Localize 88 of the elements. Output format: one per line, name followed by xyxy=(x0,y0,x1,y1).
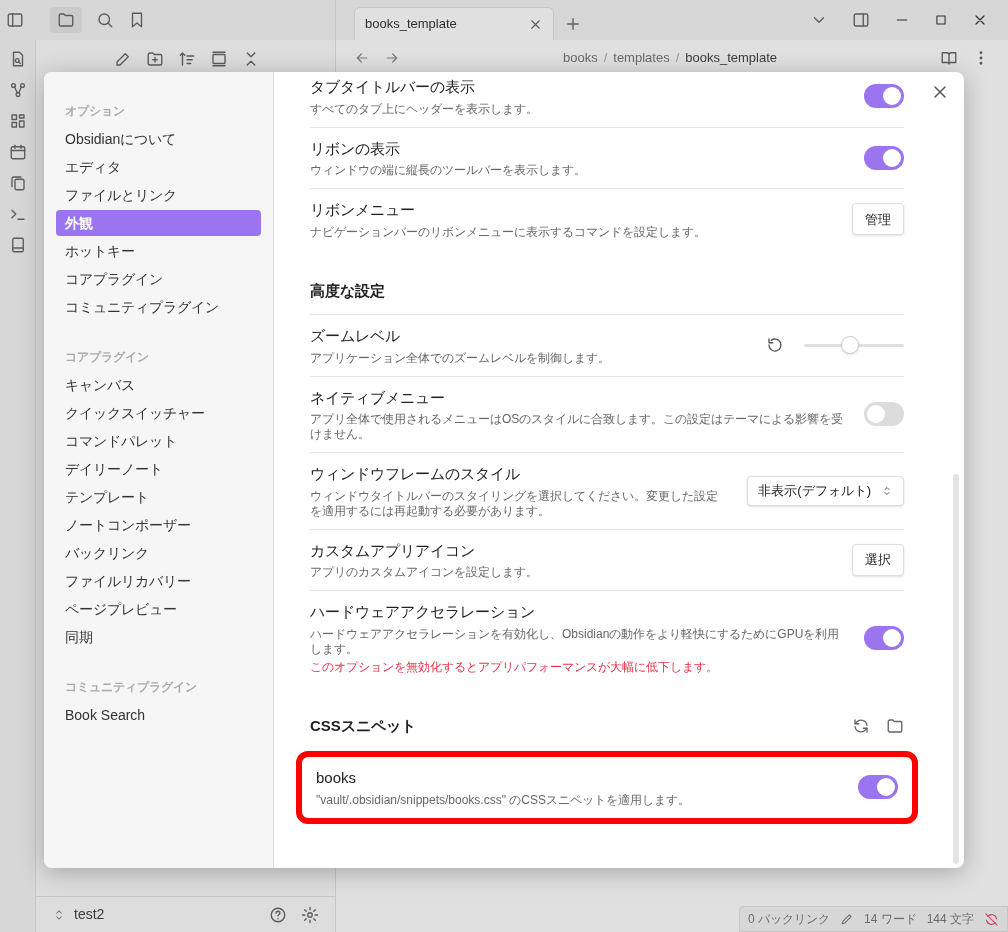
settings-nav-item[interactable]: ノートコンポーザー xyxy=(56,512,261,538)
settings-nav-item[interactable]: Book Search xyxy=(56,702,261,728)
setting-name: ウィンドウフレームのスタイル xyxy=(310,464,521,484)
settings-nav-item[interactable]: ページプレビュー xyxy=(56,596,261,622)
reading-view-icon[interactable] xyxy=(940,49,958,67)
help-icon[interactable] xyxy=(269,905,287,924)
reload-icon[interactable] xyxy=(852,716,870,735)
setting-description: "vault/.obsidian/snippets/books.css" のCSSスニペットを適用します。 xyxy=(316,792,691,808)
action-button[interactable]: 管理 xyxy=(852,203,904,236)
settings-nav-item[interactable]: コマンドパレット xyxy=(56,428,261,454)
slider-thumb[interactable] xyxy=(840,336,859,355)
settings-nav-item[interactable]: Obsidianについて xyxy=(56,126,261,152)
settings-nav-item[interactable]: コアプラグイン xyxy=(56,266,261,292)
back-icon[interactable] xyxy=(354,50,370,66)
setting-description: ハードウェアアクセラレーションを有効化し、Obsidianの動作をより軽快にするためにGPUを利用します。 xyxy=(310,626,841,657)
setting-description: アプリのカスタムアイコンを設定します。 xyxy=(310,565,539,580)
settings-nav-item[interactable]: ファイルリカバリー xyxy=(56,568,261,594)
setting-name: リボンの表示 xyxy=(310,138,401,159)
setting-name: books xyxy=(316,768,358,788)
scrollbar[interactable] xyxy=(953,474,959,864)
slider[interactable] xyxy=(804,335,904,356)
section-heading: コアプラグイン xyxy=(64,349,150,366)
view-icon[interactable] xyxy=(210,50,228,68)
tab-title: books_template xyxy=(365,15,457,34)
breadcrumb-separator: / xyxy=(675,49,680,68)
setting-name: ズームレベル xyxy=(310,326,401,346)
status-text: 144 文字 xyxy=(926,911,974,928)
forward-icon[interactable] xyxy=(384,50,400,66)
status-text: 14 ワード xyxy=(863,911,917,928)
setting-name: リボンメニュー xyxy=(310,200,416,220)
folder-icon[interactable] xyxy=(886,716,904,735)
folder-icon xyxy=(57,11,75,29)
setting-description: アプリケーション全体でのズームレベルを制御します。 xyxy=(310,350,611,366)
settings-nav-item[interactable]: ホットキー xyxy=(56,238,261,264)
copy-icon[interactable] xyxy=(8,174,27,192)
maximize-icon[interactable] xyxy=(934,13,948,27)
setting-description: ウィンドウの端に縦長のツールバーを表示します。 xyxy=(310,163,587,178)
grid-icon[interactable] xyxy=(8,112,27,130)
settings-nav-item[interactable]: テンプレート xyxy=(56,484,261,510)
action-button[interactable]: 選択 xyxy=(852,543,904,576)
sort-icon[interactable] xyxy=(178,50,196,68)
settings-nav-item[interactable]: 同期 xyxy=(56,624,261,650)
breadcrumb[interactable]: templates xyxy=(613,48,670,68)
updown-icon xyxy=(881,484,893,497)
section-title: CSSスニペット xyxy=(310,715,416,736)
dropdown[interactable]: 非表示(デフォルト) xyxy=(747,475,904,506)
section-heading: コミュニティプラグイン xyxy=(64,679,198,696)
settings-icon[interactable] xyxy=(301,905,319,924)
settings-nav-item[interactable]: コミュニティプラグイン xyxy=(56,294,261,320)
settings-nav-item[interactable]: バックリンク xyxy=(56,540,261,566)
setting-name: カスタムアプリアイコン xyxy=(310,540,476,561)
reset-icon[interactable] xyxy=(766,336,784,355)
toggle-switch[interactable] xyxy=(858,775,898,800)
new-folder-icon[interactable] xyxy=(146,50,164,68)
toggle-switch[interactable] xyxy=(864,402,904,427)
sidebar-right-icon[interactable] xyxy=(852,11,870,29)
toggle-switch[interactable] xyxy=(864,145,904,170)
breadcrumb-separator: / xyxy=(603,49,608,68)
setting-description: すべてのタブ上にヘッダーを表示します。 xyxy=(310,101,539,117)
setting-description: ウィンドウタイトルバーのスタイリングを選択してください。変更した設定を適用するには再起動する必要があります。 xyxy=(310,488,719,519)
setting-name: ネイティブメニュー xyxy=(310,387,446,408)
files-tab-button[interactable] xyxy=(50,7,82,33)
setting-description: ナビゲーションバーのリボンメニューに表示するコマンドを設定します。 xyxy=(310,224,707,240)
status-text: 0 バックリンク xyxy=(747,911,830,928)
settings-nav-item[interactable]: ファイルとリンク xyxy=(56,182,261,208)
settings-nav-item[interactable]: エディタ xyxy=(56,154,261,180)
sync-off-icon[interactable] xyxy=(984,911,999,927)
settings-nav-item[interactable]: クイックスイッチャー xyxy=(56,400,261,426)
calendar-icon[interactable] xyxy=(8,143,27,161)
toggle-switch[interactable] xyxy=(864,625,904,650)
sidebar-toggle-icon[interactable] xyxy=(6,11,24,29)
toggle-switch[interactable] xyxy=(864,84,904,109)
vault-switcher[interactable]: test2 xyxy=(74,904,105,925)
search-icon[interactable] xyxy=(96,11,114,29)
setting-description: アプリ全体で使用されるメニューはOSのスタイルに合致します。この設定はテーマによる影響を受けません。 xyxy=(310,412,844,442)
breadcrumb[interactable]: books_template xyxy=(685,48,778,68)
section-title: 高度な設定 xyxy=(310,280,385,301)
new-note-icon[interactable] xyxy=(114,50,132,68)
editor-tab[interactable]: books_template xyxy=(354,7,554,40)
settings-nav-item[interactable]: デイリーノート xyxy=(56,456,261,482)
setting-name: タブタイトルバーの表示 xyxy=(310,77,476,97)
setting-name: ハードウェアアクセラレーション xyxy=(310,602,536,622)
graph-icon[interactable] xyxy=(8,81,27,99)
section-heading: オプション xyxy=(64,103,126,120)
warning-text: このオプションを無効化するとアプリパフォーマンスが大幅に低下します。 xyxy=(310,659,719,675)
settings-nav-item[interactable]: キャンバス xyxy=(56,372,261,398)
breadcrumb[interactable]: books xyxy=(562,48,598,68)
pencil-icon[interactable] xyxy=(839,912,854,926)
